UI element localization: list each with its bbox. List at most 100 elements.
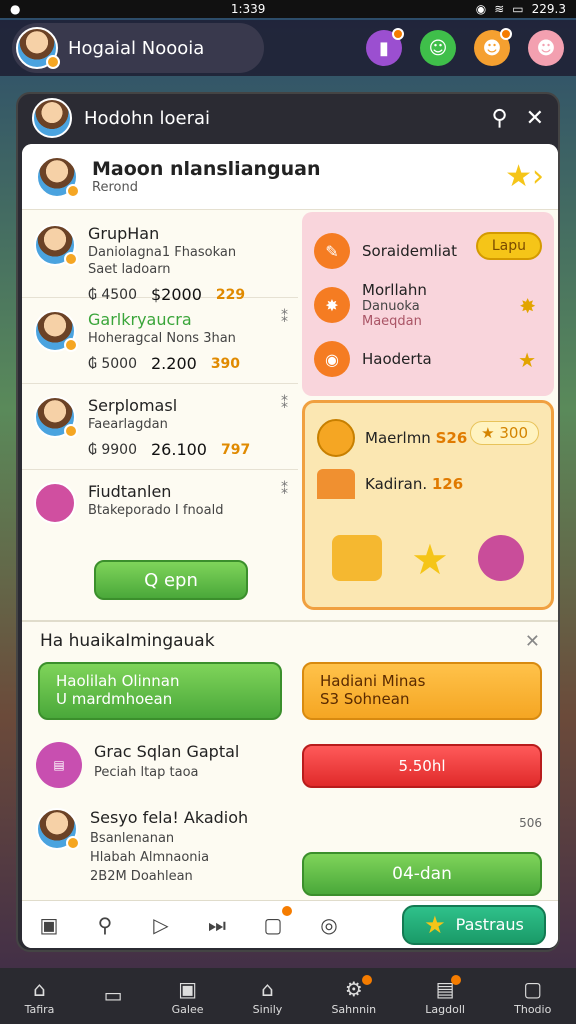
friend-sub: Faearlagdan xyxy=(88,417,168,432)
event-row[interactable]: ✸ Morllahn Danuoka Maeqdan ✸ xyxy=(314,278,542,332)
event-sub2: Maeqdan xyxy=(362,314,422,329)
list-item[interactable]: Serplomasl Faearlagdan ₲ 9900 26.100 797… xyxy=(22,384,298,470)
friend-stat-a: ₲ 9900 xyxy=(88,441,137,458)
more-icon[interactable]: ⁑ xyxy=(281,396,288,412)
events-card: ✎ Soraidemliat Lapu ✸ Morllahn Danuoka M… xyxy=(302,212,554,396)
star-icon: ★ xyxy=(424,910,446,939)
skip-icon[interactable]: ⏭ xyxy=(202,910,232,940)
gallery-icon: ▣ xyxy=(178,976,198,1001)
friend-sub: Btakeporado I fnoald xyxy=(88,503,224,518)
nav-board[interactable]: ▤ Lagdoll xyxy=(425,974,465,1016)
more-icon[interactable]: ⁑ xyxy=(281,482,288,498)
friend-sub: Daniolagna1 Fhasokan xyxy=(88,245,237,260)
media-icon: ▢ xyxy=(523,976,543,1001)
top-bar: Hogaial Noooia ▮ ☺ ☻ ☻ xyxy=(0,20,576,76)
list-item[interactable]: Sesyo fela! Akadioh Bsanlenanan Hlabah A… xyxy=(36,808,248,884)
friends-panel: Hodohn loerai ⚲ ✕ Maoon nlanslianguan Re… xyxy=(16,92,560,952)
star-icon: ★ xyxy=(518,348,536,372)
list-item[interactable]: Fiudtanlen Btakeporado I fnoald ⁑ xyxy=(22,470,298,556)
close-icon[interactable]: ✕ xyxy=(526,106,544,131)
premium-button[interactable]: ★ Pastraus xyxy=(402,904,546,945)
nav-settings[interactable]: ⚙ Sahnnin xyxy=(331,974,376,1016)
profile-face-icon[interactable]: ☻ xyxy=(528,30,564,66)
sparkle-icon: ✸ xyxy=(519,294,536,318)
bag-icon[interactable]: ▣ xyxy=(34,910,64,940)
scroll-icon: ✎ xyxy=(314,233,350,269)
box-icon xyxy=(331,535,382,581)
friend-avatar xyxy=(34,310,78,352)
profile-pill[interactable]: Hogaial Noooia xyxy=(12,23,265,73)
list-item[interactable]: ▤ Grac Sqlan Gaptal Peciah ltap taoa xyxy=(36,742,239,788)
camera-icon[interactable]: ◎ xyxy=(314,910,344,940)
nav-media[interactable]: ▢ Thodio xyxy=(514,977,551,1016)
friend-sub2: Saet ladoarn xyxy=(88,262,171,277)
play-icon[interactable]: ▷ xyxy=(146,910,176,940)
list-item[interactable]: Garlkryaucra Hoheragcal Nons 3han ₲ 5000… xyxy=(22,298,298,384)
status-bar: ● 1:339 ◉ ≋ ▭ 229.3 xyxy=(0,0,576,18)
hat-icon xyxy=(317,469,355,499)
panel-content: Maoon nlanslianguan Rerond ★› GrupHan Da… xyxy=(22,144,558,948)
friend-name: Serplomasl xyxy=(88,396,178,415)
event-label: Morllahn xyxy=(362,281,427,299)
wifi-icon: ≋ xyxy=(494,2,505,16)
hero-row[interactable]: Maoon nlanslianguan Rerond ★› xyxy=(22,144,558,210)
battery-icon: ▭ xyxy=(512,2,524,16)
star-icon[interactable]: ★› xyxy=(505,159,544,194)
event-tag-button[interactable]: Lapu xyxy=(475,232,542,260)
burst-icon: ✸ xyxy=(314,287,350,323)
list-item[interactable]: GrupHan Daniolagna1 Fhasokan Saet ladoar… xyxy=(22,212,298,304)
friend-stat-c: 390 xyxy=(210,355,241,372)
search-icon[interactable]: ⚲ xyxy=(491,106,507,131)
reward-button-orange[interactable]: Hadiani Minas S3 Sohnean xyxy=(302,662,542,720)
close-icon[interactable]: ✕ xyxy=(525,631,540,652)
status-time: 1:339 xyxy=(230,2,266,16)
nav-home[interactable]: ⌂ Tafira xyxy=(25,977,55,1016)
friend-name: GrupHan xyxy=(88,224,160,243)
treasure-pill: ★ 300 xyxy=(470,421,539,445)
profile-name: Hogaial Noooia xyxy=(68,37,205,59)
friend-stat-a: ₲ 5000 xyxy=(88,355,137,372)
status-left-icon: ● xyxy=(10,2,21,16)
entry-badge: 506 xyxy=(519,816,542,830)
fire-icon: ◉ xyxy=(314,341,350,377)
reward-button-green[interactable]: Haolilah Olinnan U mardmhoean xyxy=(38,662,282,720)
card-icon[interactable]: ▢ xyxy=(258,905,292,940)
hero-name: Maoon nlanslianguan xyxy=(92,158,321,180)
friend-avatar xyxy=(34,396,78,438)
event-label: Soraidemliat xyxy=(362,242,457,260)
friend-stat-c: 797 xyxy=(220,441,251,458)
nav-shop[interactable]: ⌂ Sinily xyxy=(253,977,283,1016)
treasure-card[interactable]: Maerlmn S26 ★ 300 Kadiran. 126 ★ xyxy=(302,400,554,610)
treasure-label: Maerlmn S26 xyxy=(365,429,468,447)
friend-avatar xyxy=(34,224,78,266)
alarm-icon: ◉ xyxy=(475,2,487,16)
open-button[interactable]: Q epn xyxy=(94,560,248,600)
rewards-section: Ha huaikaImingauak ✕ Haolilah Olinnan U … xyxy=(22,620,558,900)
panel-title: Hodohn loerai xyxy=(84,107,211,129)
more-icon[interactable]: ⁑ xyxy=(281,310,288,326)
gift-icon[interactable]: ▮ xyxy=(366,28,404,66)
gear-icon: ⚙ xyxy=(344,976,363,1001)
nav-tablet[interactable]: ▭ xyxy=(104,983,123,1009)
friend-list: GrupHan Daniolagna1 Fhasokan Saet ladoar… xyxy=(22,212,298,556)
coin-icon xyxy=(317,419,355,457)
smiley-icon[interactable]: ☺ xyxy=(420,30,456,66)
event-row[interactable]: ✎ Soraidemliat Lapu xyxy=(314,224,542,278)
hero-avatar xyxy=(36,155,80,198)
friend-name: Garlkryaucra xyxy=(88,310,192,329)
friend-icon[interactable]: ☻ xyxy=(474,28,512,66)
battery-text: 229.3 xyxy=(531,2,566,16)
star-icon: ★ xyxy=(411,535,449,584)
search-icon[interactable]: ⚲ xyxy=(90,910,120,940)
friend-stat-b: 26.100 xyxy=(151,440,207,459)
nav-gallery[interactable]: ▣ Galee xyxy=(172,977,204,1016)
claim-button[interactable]: 04-dan xyxy=(302,852,542,896)
panel-avatar xyxy=(32,98,72,138)
event-row[interactable]: ◉ Haoderta ★ xyxy=(314,332,542,386)
friend-sub: Hoheragcal Nons 3han xyxy=(88,331,236,346)
event-label: Haoderta xyxy=(362,350,432,368)
friend-name: Fiudtanlen xyxy=(88,482,172,501)
price-button[interactable]: 5.50hl xyxy=(302,744,542,788)
house-icon: ⌂ xyxy=(261,976,274,1001)
section-title: Ha huaikaImingauak xyxy=(40,631,215,651)
